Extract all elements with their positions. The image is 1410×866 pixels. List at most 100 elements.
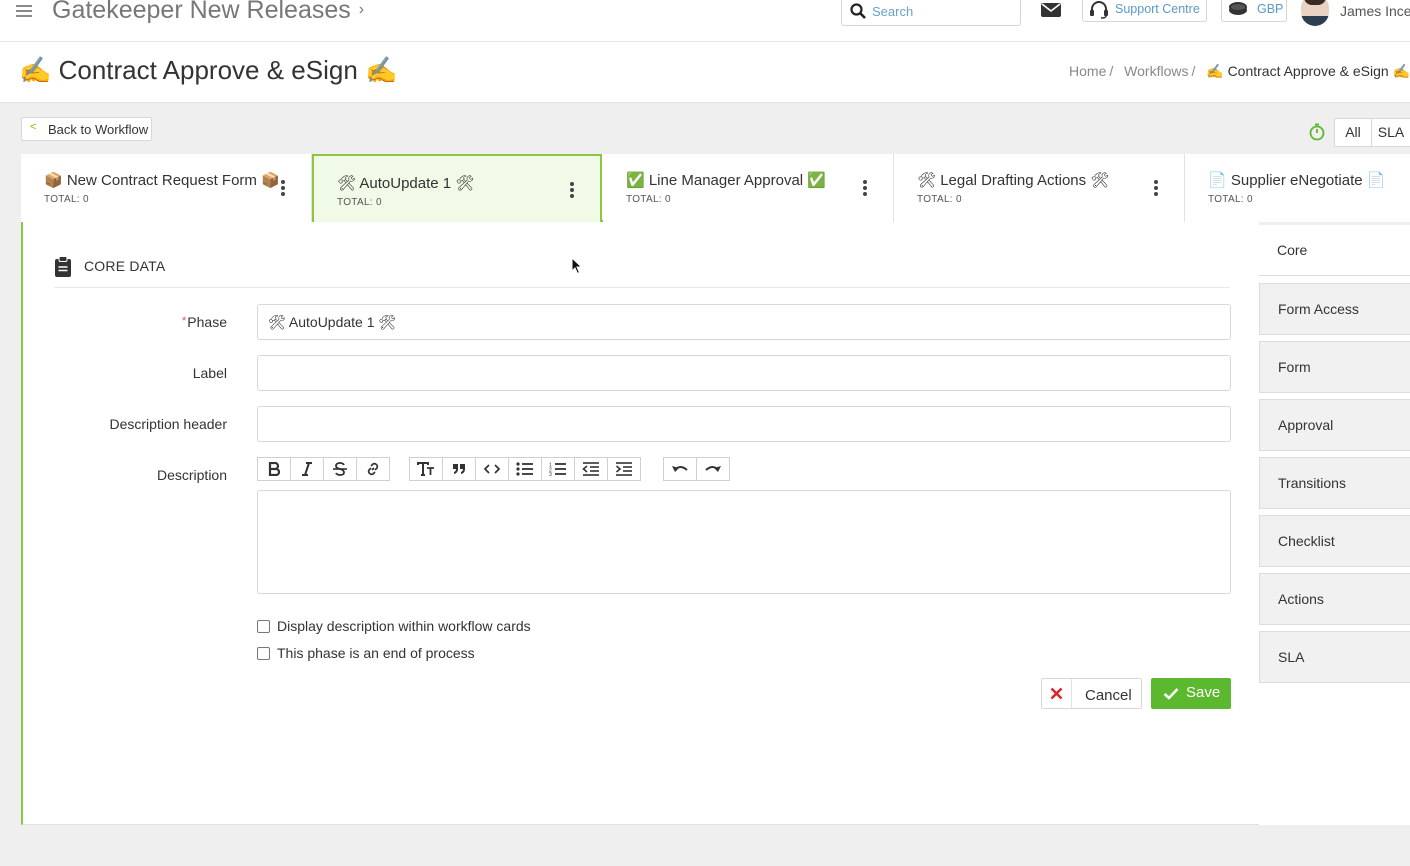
outdent-button[interactable] — [574, 457, 608, 481]
currency-label: GBP — [1257, 2, 1284, 16]
display-description-checkbox[interactable] — [257, 620, 270, 633]
search-icon — [850, 3, 866, 19]
label-field[interactable] — [257, 355, 1231, 391]
heading-button[interactable] — [409, 457, 443, 481]
indent-button[interactable] — [607, 457, 641, 481]
phase-card-active[interactable]: 🛠 AutoUpdate 1 🛠 TOTAL: 0 — [312, 154, 602, 222]
phase-card-total: TOTAL: 0 — [44, 194, 89, 205]
section-title: CORE DATA — [84, 258, 166, 274]
coins-icon — [1229, 2, 1247, 15]
side-nav-sla[interactable]: SLA — [1259, 631, 1410, 683]
phase-card[interactable]: 📄 Supplier eNegotiate 📄 TOTAL: 0 — [1185, 154, 1410, 222]
side-nav-label: Checklist — [1278, 533, 1335, 549]
bold-icon — [268, 462, 280, 476]
side-nav-label: SLA — [1278, 649, 1305, 665]
phase-card[interactable]: ✅ Line Manager Approval ✅ TOTAL: 0 — [603, 154, 894, 222]
breadcrumb-home[interactable]: Home — [1069, 63, 1106, 79]
description-header-field-label: Description header — [109, 416, 227, 432]
side-nav-transitions[interactable]: Transitions — [1259, 457, 1410, 509]
phase-field-label-text: Phase — [187, 314, 227, 330]
redo-button[interactable] — [696, 457, 730, 481]
strikethrough-button[interactable] — [323, 457, 357, 481]
bullet-list-button[interactable] — [508, 457, 542, 481]
support-centre-label: Support Centre — [1115, 2, 1200, 16]
side-nav-label: Core — [1277, 242, 1308, 258]
breadcrumb-workflows[interactable]: Workflows — [1124, 63, 1188, 79]
phase-card-total: TOTAL: 0 — [1208, 194, 1253, 205]
top-navbar: Gatekeeper New Releases› Support Centre … — [0, 0, 1410, 42]
description-editor[interactable] — [257, 490, 1231, 594]
currency-button[interactable]: GBP — [1221, 0, 1287, 22]
link-button[interactable] — [356, 457, 390, 481]
mouse-cursor-icon — [571, 257, 583, 275]
end-of-process-checkbox[interactable] — [257, 647, 270, 660]
numbered-list-button[interactable]: 123 — [541, 457, 575, 481]
redo-icon — [705, 466, 721, 472]
bold-button[interactable] — [257, 457, 291, 481]
close-icon — [1042, 679, 1072, 708]
support-centre-button[interactable]: Support Centre — [1082, 0, 1207, 22]
side-nav-checklist[interactable]: Checklist — [1259, 515, 1410, 567]
view-sla-button[interactable]: SLA — [1371, 118, 1410, 147]
end-of-process-checkbox-label[interactable]: This phase is an end of process — [277, 645, 475, 661]
back-to-workflow-button[interactable]: < Back to Workflow — [21, 117, 152, 141]
phase-field[interactable] — [257, 304, 1231, 340]
mail-icon[interactable] — [1041, 2, 1061, 18]
phase-settings-nav: Core Form Access Form Approval Transitio… — [1259, 225, 1410, 825]
search-box[interactable] — [841, 0, 1021, 26]
search-input[interactable] — [872, 2, 1012, 20]
code-button[interactable] — [475, 457, 509, 481]
italic-icon — [302, 462, 312, 476]
text-format-toolbar — [257, 457, 390, 481]
phase-card-total: TOTAL: 0 — [917, 194, 962, 205]
back-to-workflow-label: Back to Workflow — [48, 122, 149, 137]
italic-button[interactable] — [290, 457, 324, 481]
breadcrumb-current: ✍️ Contract Approve & eSign ✍️ — [1206, 63, 1410, 79]
strikethrough-icon — [333, 462, 347, 476]
undo-button[interactable] — [663, 457, 697, 481]
phase-card[interactable]: 🛠 Legal Drafting Actions 🛠 TOTAL: 0 — [894, 154, 1185, 222]
cancel-button[interactable]: Cancel — [1041, 678, 1142, 709]
text-height-icon — [417, 462, 434, 476]
required-asterisk: * — [182, 315, 187, 327]
kebab-menu-icon[interactable] — [863, 180, 867, 196]
app-title[interactable]: Gatekeeper New Releases › — [52, 0, 364, 25]
block-format-toolbar: 123 — [409, 457, 641, 481]
phase-card[interactable]: 📦 New Contract Request Form 📦 TOTAL: 0 — [21, 154, 312, 222]
undo-icon — [672, 466, 688, 472]
side-nav-approval[interactable]: Approval — [1259, 399, 1410, 451]
view-all-button[interactable]: All — [1334, 118, 1372, 147]
side-nav-label: Form Access — [1278, 301, 1359, 317]
stopwatch-icon — [1298, 118, 1334, 147]
side-nav-core[interactable]: Core — [1259, 225, 1410, 276]
hamburger-menu-icon[interactable] — [16, 5, 32, 17]
save-button[interactable]: Save — [1151, 678, 1231, 709]
numbered-list-icon: 123 — [549, 463, 566, 476]
phase-card-title: 📦 New Contract Request Form 📦 — [44, 172, 280, 189]
user-name[interactable]: James Ince — [1340, 3, 1410, 19]
side-nav-form-access[interactable]: Form Access — [1259, 283, 1410, 335]
bullet-list-icon — [516, 462, 533, 476]
description-header-field[interactable] — [257, 406, 1231, 442]
history-toolbar — [663, 457, 730, 481]
side-nav-label: Form — [1278, 359, 1311, 375]
side-nav-actions[interactable]: Actions — [1259, 573, 1410, 625]
phase-card-title: 🛠 AutoUpdate 1 🛠 — [337, 175, 475, 192]
cancel-label: Cancel — [1085, 687, 1132, 704]
section-header: CORE DATA — [54, 256, 1230, 288]
side-nav-form[interactable]: Form — [1259, 341, 1410, 393]
headset-icon — [1090, 1, 1108, 19]
kebab-menu-icon[interactable] — [281, 180, 285, 196]
breadcrumb: Home / Workflows / ✍️ Contract Approve & e… — [1069, 63, 1410, 79]
side-nav-label: Approval — [1278, 417, 1334, 433]
kebab-menu-icon[interactable] — [570, 182, 574, 198]
blockquote-button[interactable] — [442, 457, 476, 481]
quote-icon — [453, 464, 465, 474]
page-title: ✍️ Contract Approve & eSign ✍️ — [19, 55, 398, 85]
phase-card-title: 📄 Supplier eNegotiate 📄 — [1208, 172, 1386, 189]
display-description-checkbox-label[interactable]: Display description within workflow card… — [277, 618, 531, 634]
kebab-menu-icon[interactable] — [1154, 180, 1158, 196]
avatar[interactable] — [1301, 0, 1329, 26]
save-label: Save — [1186, 684, 1221, 701]
app-title-text[interactable]: Gatekeeper New Releases — [52, 0, 351, 24]
